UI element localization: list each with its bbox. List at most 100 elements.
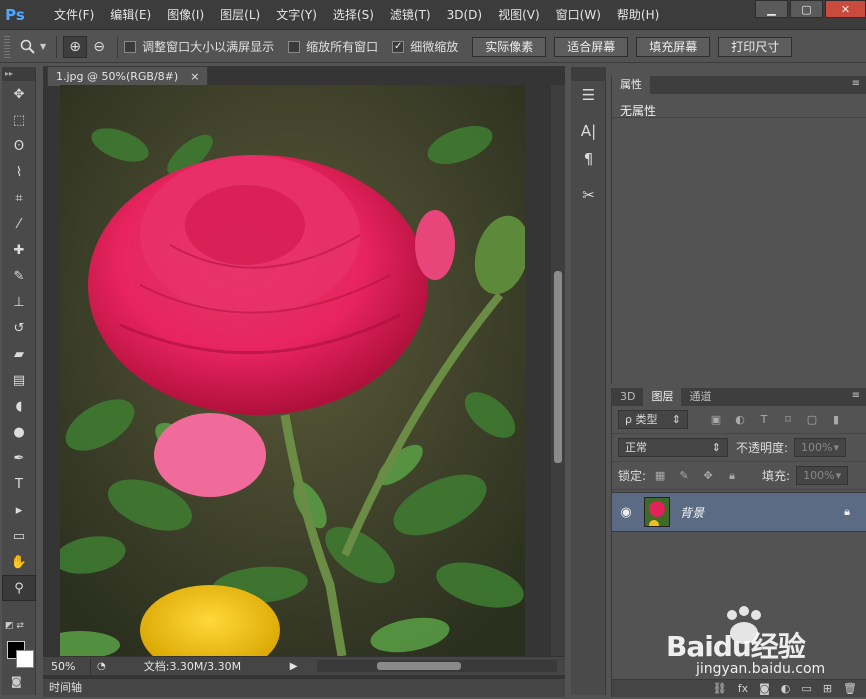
trash-icon[interactable]: 🗑︎ <box>843 682 857 695</box>
fill-screen-button[interactable]: 填充屏幕 <box>636 36 711 57</box>
print-size-button[interactable]: 打印尺寸 <box>718 36 793 57</box>
tab-properties[interactable]: 属性 <box>612 76 650 94</box>
checkbox-box[interactable] <box>124 40 137 53</box>
adjustment-icon[interactable]: ◐ <box>781 682 791 695</box>
smart-object-filter-icon[interactable]: ▢ <box>804 413 820 427</box>
panel-menu-icon[interactable]: ≡ <box>852 390 860 401</box>
close-tab-icon[interactable]: × <box>190 67 199 86</box>
menu-window[interactable]: 窗口(W) <box>548 0 609 30</box>
menu-layer[interactable]: 图层(L) <box>212 0 268 30</box>
visibility-eye-icon[interactable]: ◉ <box>612 505 640 520</box>
timeline-panel-tab[interactable]: 时间轴 <box>43 678 565 697</box>
zoom-level-field[interactable]: 50% <box>43 657 91 675</box>
lock-position-icon[interactable]: ✥ <box>700 469 716 483</box>
menu-3d[interactable]: 3D(D) <box>439 0 490 30</box>
lock-pixels-icon[interactable]: ✎ <box>676 469 692 483</box>
filter-toggle-icon[interactable]: ▮ <box>828 413 844 427</box>
fx-icon[interactable]: fx <box>738 682 748 695</box>
link-icon[interactable]: ⛓ <box>713 682 727 695</box>
lock-all-icon[interactable]: 🔒︎ <box>724 469 740 483</box>
tab-layers[interactable]: 图层 <box>643 388 682 406</box>
crop-tool-icon[interactable]: ⌗ <box>2 185 36 211</box>
properties-tab-bar: 属性 ≡ <box>612 76 866 94</box>
layer-name[interactable]: 背景 <box>680 504 704 521</box>
history-brush-tool-icon[interactable]: ↺ <box>2 315 36 341</box>
menu-help[interactable]: 帮助(H) <box>609 0 667 30</box>
status-menu-arrow-icon[interactable]: ▶ <box>290 661 298 672</box>
blend-mode-select[interactable]: 正常 ⇕ <box>618 438 728 457</box>
pen-tool-icon[interactable]: ✒ <box>2 445 36 471</box>
layer-filter-select[interactable]: ρ 类型 ⇕ <box>618 410 688 429</box>
tab-3d[interactable]: 3D <box>612 388 643 406</box>
eraser-tool-icon[interactable]: ▰ <box>2 341 36 367</box>
dodge-tool-icon[interactable]: ● <box>2 419 36 445</box>
rectangle-tool-icon[interactable]: ▭ <box>2 523 36 549</box>
checkbox-box-checked[interactable]: ✓ <box>392 40 405 53</box>
vertical-scrollbar[interactable] <box>551 85 565 656</box>
move-tool-icon[interactable]: ✥ <box>2 81 36 107</box>
strip-header[interactable] <box>571 67 605 81</box>
group-icon[interactable]: ▭ <box>801 682 811 695</box>
zoom-all-windows-checkbox[interactable]: 缩放所有窗口 <box>288 38 378 55</box>
type-tool-icon[interactable]: T <box>2 471 36 497</box>
character-icon[interactable]: A| <box>571 117 606 145</box>
tool-preset-dropdown-icon[interactable]: ▼ <box>40 42 46 51</box>
new-layer-icon[interactable]: ⊞ <box>823 682 832 695</box>
clone-stamp-tool-icon[interactable]: ⊥ <box>2 289 36 315</box>
quick-select-tool-icon[interactable]: ⌇ <box>2 159 36 185</box>
fit-screen-button[interactable]: 适合屏幕 <box>554 36 629 57</box>
toolbox-header[interactable]: ▸▸ <box>2 67 35 81</box>
paragraph-styles-icon[interactable]: ☰ <box>571 81 606 109</box>
default-colors-icon[interactable]: ◩ ⇄ <box>5 621 24 631</box>
scrubby-zoom-checkbox[interactable]: ✓ 细微缩放 <box>392 38 458 55</box>
lasso-tool-icon[interactable]: ʘ <box>2 133 36 159</box>
fill-input[interactable]: 100% ▾ <box>796 466 849 485</box>
gradient-tool-icon[interactable]: ▤ <box>2 367 36 393</box>
checkbox-box[interactable] <box>288 40 301 53</box>
menu-edit[interactable]: 编辑(E) <box>102 0 159 30</box>
menu-filter[interactable]: 滤镜(T) <box>382 0 439 30</box>
lock-transparent-icon[interactable]: ▦ <box>652 469 668 483</box>
tab-channels[interactable]: 通道 <box>681 388 719 406</box>
minimize-button[interactable]: ▁ <box>755 0 788 18</box>
menu-view[interactable]: 视图(V) <box>490 0 548 30</box>
resize-windows-checkbox[interactable]: 调整窗口大小以满屏显示 <box>124 38 274 55</box>
paragraph-icon[interactable]: ¶ <box>571 145 606 173</box>
image-canvas[interactable] <box>60 85 525 656</box>
maximize-button[interactable]: ▢ <box>790 0 823 18</box>
layer-row[interactable]: ◉ 背景 🔒︎ <box>612 492 866 532</box>
actual-pixels-button[interactable]: 实际像素 <box>472 36 547 57</box>
zoom-tool-icon[interactable] <box>16 36 40 58</box>
hand-tool-icon[interactable]: ✋ <box>2 549 36 575</box>
menu-select[interactable]: 选择(S) <box>325 0 382 30</box>
brush-tool-icon[interactable]: ✎ <box>2 263 36 289</box>
zoom-in-icon[interactable]: ⊕ <box>63 35 88 58</box>
horizontal-scroll-thumb[interactable] <box>377 662 462 670</box>
opacity-input[interactable]: 100% ▾ <box>794 438 847 457</box>
menu-file[interactable]: 文件(F) <box>46 0 102 30</box>
zoom-out-icon[interactable]: ⊖ <box>87 36 111 58</box>
mask-icon[interactable]: ◙ <box>759 682 770 695</box>
eyedropper-tool-icon[interactable]: ⁄ <box>2 211 36 237</box>
panel-grip[interactable] <box>4 35 10 58</box>
healing-brush-tool-icon[interactable]: ✚ <box>2 237 36 263</box>
path-selection-tool-icon[interactable]: ▸ <box>2 497 36 523</box>
close-button[interactable]: ✕ <box>825 0 866 18</box>
quick-mask-icon[interactable]: ◙ <box>11 675 22 688</box>
horizontal-scrollbar[interactable] <box>317 660 558 672</box>
zoom-tool-icon[interactable]: ⚲ <box>2 575 36 601</box>
status-info-icon[interactable]: ◔ <box>97 661 106 672</box>
tool-presets-icon[interactable]: ✂ <box>571 181 606 209</box>
background-color-swatch[interactable] <box>16 650 34 668</box>
document-tab[interactable]: 1.jpg @ 50%(RGB/8#) × <box>47 66 209 86</box>
menu-image[interactable]: 图像(I) <box>159 0 212 30</box>
type-filter-icon[interactable]: T <box>756 413 772 427</box>
pixel-filter-icon[interactable]: ▣ <box>708 413 724 427</box>
panel-menu-icon[interactable]: ≡ <box>852 78 860 89</box>
marquee-tool-icon[interactable]: ⬚ <box>2 107 36 133</box>
adjustment-filter-icon[interactable]: ◐ <box>732 413 748 427</box>
shape-filter-icon[interactable]: ⌑ <box>780 413 796 427</box>
vertical-scroll-thumb[interactable] <box>554 271 562 463</box>
blur-tool-icon[interactable]: ◖ <box>2 393 36 419</box>
menu-type[interactable]: 文字(Y) <box>268 0 325 30</box>
